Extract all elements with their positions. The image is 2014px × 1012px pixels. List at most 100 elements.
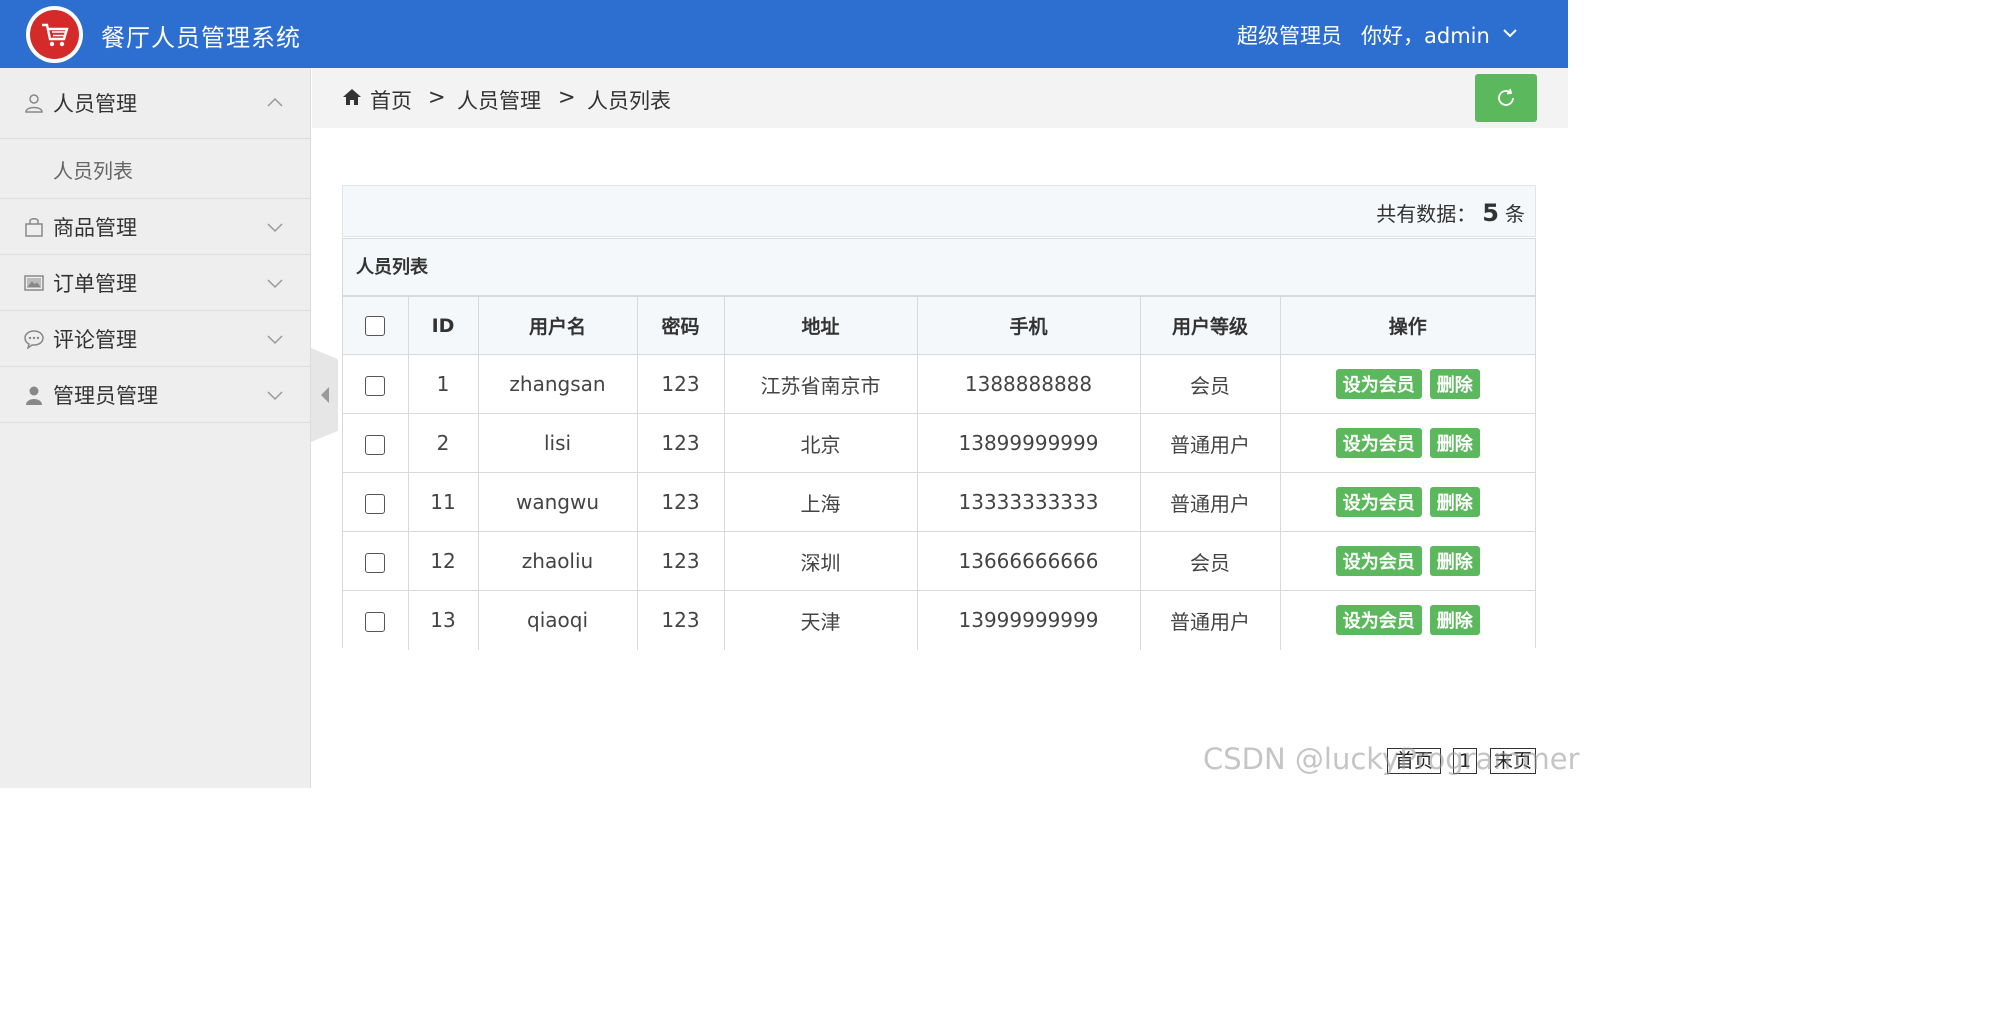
row-checkbox[interactable] xyxy=(365,375,386,396)
column-header: 用户等级 xyxy=(1139,296,1281,355)
breadcrumb-separator: > xyxy=(428,85,446,109)
chevron-down-icon xyxy=(267,278,283,288)
staff-table-panel: 人员列表 ID 用户名 密码 地址 手机 用户等级 操作 1 zhangsan xyxy=(342,238,1536,650)
column-header: 地址 xyxy=(723,296,918,355)
cell-address: 上海 xyxy=(723,472,918,532)
cell-phone: 13999999999 xyxy=(916,590,1141,650)
cell-id: 12 xyxy=(407,531,479,591)
cell-actions: 设为会员 删除 xyxy=(1279,472,1535,532)
sidebar-collapse-toggle[interactable] xyxy=(311,348,338,442)
cell-address: 北京 xyxy=(723,413,918,473)
cell-address: 天津 xyxy=(723,590,918,650)
user-greeting[interactable]: 你好，admin xyxy=(1361,20,1490,50)
column-header: 操作 xyxy=(1279,296,1535,355)
cell-password: 123 xyxy=(636,413,725,473)
sidebar-item-admins[interactable]: 管理员管理 xyxy=(0,367,310,423)
set-member-button[interactable]: 设为会员 xyxy=(1335,605,1422,636)
cell-password: 123 xyxy=(636,590,725,650)
select-all-checkbox[interactable] xyxy=(365,316,386,336)
delete-button[interactable]: 删除 xyxy=(1429,369,1480,399)
cell-phone: 13666666666 xyxy=(916,531,1141,591)
cell-level: 普通用户 xyxy=(1139,413,1281,473)
column-header: 密码 xyxy=(636,296,725,355)
cell-username: lisi xyxy=(477,413,638,473)
chevron-down-icon xyxy=(267,334,283,344)
app-title: 餐厅人员管理系统 xyxy=(101,24,301,52)
sidebar-item-label: 订单管理 xyxy=(53,271,137,296)
cell-username: zhaoliu xyxy=(477,531,638,591)
sidebar-item-orders[interactable]: 订单管理 xyxy=(0,255,310,311)
column-header: 手机 xyxy=(916,296,1141,355)
breadcrumb: 首页 > 人员管理 > 人员列表 xyxy=(312,68,1568,128)
breadcrumb-home[interactable]: 首页 xyxy=(370,85,412,115)
row-select-cell xyxy=(343,472,409,532)
user-icon xyxy=(25,94,43,113)
delete-button[interactable]: 删除 xyxy=(1429,428,1480,458)
first-page-button[interactable]: 首页 xyxy=(1387,748,1441,774)
table-title: 人员列表 xyxy=(343,239,1535,296)
cell-level: 会员 xyxy=(1139,531,1281,591)
cell-username: wangwu xyxy=(477,472,638,532)
home-icon[interactable] xyxy=(342,88,362,106)
cell-password: 123 xyxy=(636,531,725,591)
count-prefix: 共有数据： xyxy=(1376,202,1477,226)
select-all-cell xyxy=(343,296,409,355)
page-number-button[interactable]: 1 xyxy=(1453,748,1477,774)
cell-level: 普通用户 xyxy=(1139,590,1281,650)
chevron-down-icon xyxy=(267,390,283,400)
cell-actions: 设为会员 删除 xyxy=(1279,590,1535,650)
chevron-down-icon xyxy=(267,222,283,232)
cell-password: 123 xyxy=(636,354,725,414)
set-member-button[interactable]: 设为会员 xyxy=(1335,428,1422,458)
top-header: 餐厅人员管理系统 超级管理员 你好，admin xyxy=(0,0,1568,68)
sidebar-item-staff[interactable]: 人员管理 xyxy=(0,68,310,139)
table-row: 2 lisi 123 北京 13899999999 普通用户 设为会员 删除 xyxy=(343,413,1535,473)
bag-icon xyxy=(25,217,43,237)
image-icon xyxy=(24,274,44,291)
cell-address: 深圳 xyxy=(723,531,918,591)
cell-level: 普通用户 xyxy=(1139,472,1281,532)
cell-id: 1 xyxy=(407,354,479,414)
cell-address: 江苏省南京市 xyxy=(723,354,918,414)
row-checkbox[interactable] xyxy=(365,493,386,514)
chevron-up-icon xyxy=(267,97,283,107)
sidebar-subitem-label: 人员列表 xyxy=(53,159,133,183)
chevron-down-icon[interactable] xyxy=(1501,24,1519,42)
cart-logo-icon xyxy=(26,6,83,63)
last-page-button[interactable]: 末页 xyxy=(1490,748,1536,774)
delete-button[interactable]: 删除 xyxy=(1429,487,1480,517)
count-suffix: 条 xyxy=(1505,202,1525,226)
sidebar-item-comments[interactable]: 评论管理 xyxy=(0,311,310,367)
cell-id: 13 xyxy=(407,590,479,650)
table-row: 11 wangwu 123 上海 13333333333 普通用户 设为会员 删除 xyxy=(343,472,1535,532)
table-row: 12 zhaoliu 123 深圳 13666666666 会员 设为会员 删除 xyxy=(343,531,1535,591)
cell-actions: 设为会员 删除 xyxy=(1279,531,1535,591)
sidebar-subitem-staff-list[interactable]: 人员列表 xyxy=(0,139,310,199)
sidebar-item-label: 管理员管理 xyxy=(53,383,158,408)
row-select-cell xyxy=(343,354,409,414)
set-member-button[interactable]: 设为会员 xyxy=(1335,369,1422,399)
row-checkbox[interactable] xyxy=(365,434,386,455)
cell-phone: 1388888888 xyxy=(916,354,1141,414)
caret-left-icon xyxy=(320,387,329,403)
row-checkbox[interactable] xyxy=(365,611,386,632)
set-member-button[interactable]: 设为会员 xyxy=(1335,487,1422,517)
delete-button[interactable]: 删除 xyxy=(1429,605,1480,636)
record-count: 5 xyxy=(1482,199,1499,227)
breadcrumb-staff-management[interactable]: 人员管理 xyxy=(457,85,541,115)
table-header-row: ID 用户名 密码 地址 手机 用户等级 操作 xyxy=(343,296,1535,355)
cell-actions: 设为会员 删除 xyxy=(1279,354,1535,414)
table-row: 1 zhangsan 123 江苏省南京市 1388888888 会员 设为会员… xyxy=(343,354,1535,414)
column-header: ID xyxy=(407,296,479,355)
delete-button[interactable]: 删除 xyxy=(1429,546,1480,576)
staff-table: ID 用户名 密码 地址 手机 用户等级 操作 1 zhangsan 123 江… xyxy=(343,296,1535,650)
cell-password: 123 xyxy=(636,472,725,532)
cell-phone: 13333333333 xyxy=(916,472,1141,532)
refresh-button[interactable] xyxy=(1475,74,1537,122)
row-checkbox[interactable] xyxy=(365,552,386,573)
sidebar-item-goods[interactable]: 商品管理 xyxy=(0,199,310,255)
set-member-button[interactable]: 设为会员 xyxy=(1335,546,1422,576)
sidebar-item-label: 商品管理 xyxy=(53,215,137,240)
person-icon xyxy=(26,386,42,405)
cell-actions: 设为会员 删除 xyxy=(1279,413,1535,473)
